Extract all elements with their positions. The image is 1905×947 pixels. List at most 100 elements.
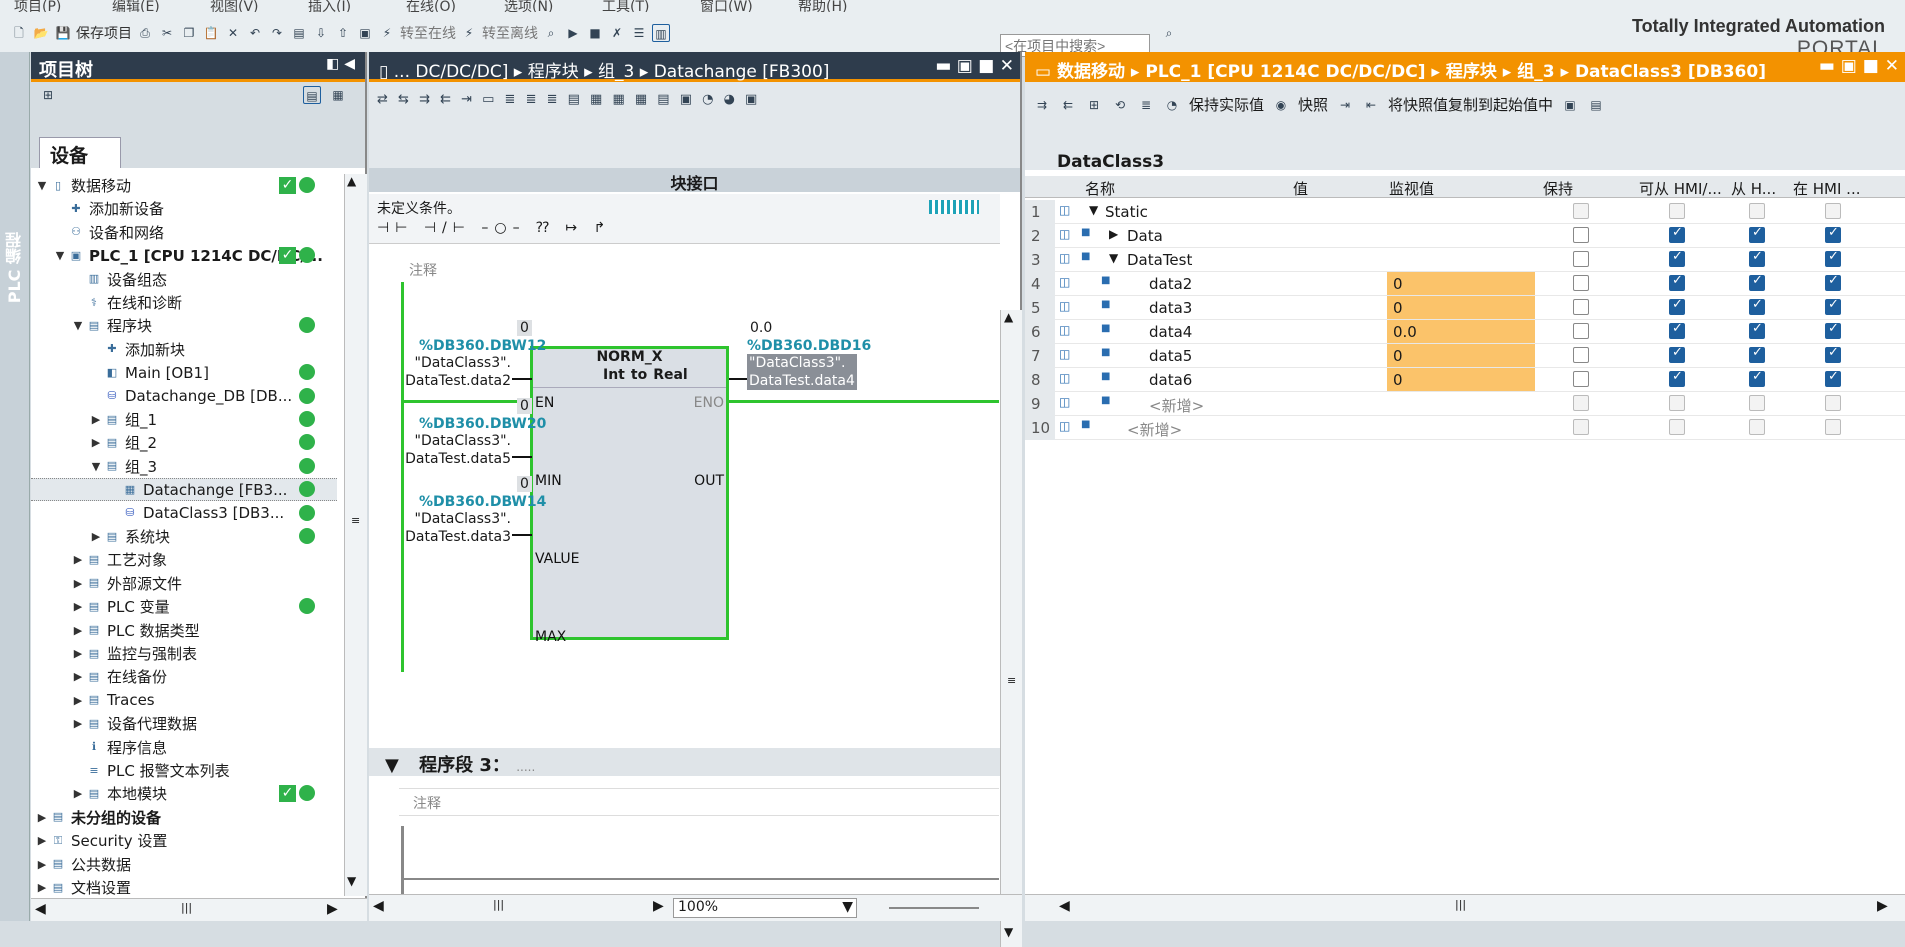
tree-item[interactable]: ▶ ▤ PLC 变量 xyxy=(31,595,337,618)
menu-item[interactable]: 在线(O) xyxy=(406,0,456,12)
variable-name[interactable]: <新增> xyxy=(1149,395,1204,416)
tree-item[interactable]: ⛁ Datachange_DB [DB... xyxy=(31,385,337,408)
snapshot-icon[interactable]: ◉ xyxy=(1272,96,1290,114)
tree-item[interactable]: ▶ ▤ 文档设置 xyxy=(31,876,337,896)
tree-item[interactable]: ▼ ▤ 组_3 xyxy=(31,455,337,478)
plc-programming-tab[interactable]: PLC 编程 xyxy=(3,232,27,303)
retain-checkbox[interactable] xyxy=(1573,299,1589,315)
delete-icon[interactable]: ✕ xyxy=(224,24,242,42)
collapse-icon[interactable]: ▼ xyxy=(385,755,399,776)
collapsed-icon[interactable]: ▶ xyxy=(35,881,49,894)
tree-item[interactable]: ▶ ▤ 工艺对象 xyxy=(31,548,337,571)
collapsed-icon[interactable]: ▶ xyxy=(71,647,85,660)
expanded-icon[interactable]: ▼ xyxy=(71,319,85,332)
start-cpu-icon[interactable]: ▶ xyxy=(564,24,582,42)
tree-item[interactable]: ✚ 添加新块 xyxy=(31,338,337,361)
breadcrumb-item[interactable]: 程序块 xyxy=(528,62,579,82)
tree-item[interactable]: ▥ 设备组态 xyxy=(31,268,337,291)
type-from[interactable]: Int xyxy=(603,367,625,383)
collapsed-icon[interactable]: ▶ xyxy=(71,717,85,730)
scroll-down-icon[interactable]: ▼ xyxy=(1004,925,1013,939)
hmi-visible-checkbox[interactable] xyxy=(1825,321,1841,339)
split-horizontal-icon[interactable]: ☰ xyxy=(630,24,648,42)
zoom-slider[interactable] xyxy=(889,907,979,909)
undo-icon[interactable]: ↶ xyxy=(246,24,264,42)
keep-actual-button[interactable]: 保持实际值 xyxy=(1189,94,1264,115)
collapsed-icon[interactable]: ▶ xyxy=(35,858,49,871)
search-go-icon[interactable]: ⌕ xyxy=(1160,24,1178,42)
tab-devices[interactable]: 设备 xyxy=(39,137,121,168)
go-online-icon[interactable]: ⚡ xyxy=(378,24,396,42)
breadcrumb-item[interactable]: ... DC/DC/DC] xyxy=(394,62,509,82)
hmi-visible-checkbox[interactable] xyxy=(1825,249,1841,267)
retain-checkbox[interactable] xyxy=(1573,347,1589,363)
go-online-button[interactable]: 转至在线 xyxy=(400,23,456,43)
collapsed-icon[interactable]: ▶ xyxy=(71,600,85,613)
col-hmi-visible[interactable]: 在 HMI ... xyxy=(1793,178,1861,199)
expanded-icon[interactable]: ▼ xyxy=(53,249,67,262)
overview-icon[interactable]: ▦ xyxy=(329,86,347,104)
detail-view-icon[interactable]: ▤ xyxy=(303,86,321,104)
editor-tool-icons[interactable]: ⇄ ⇆ ⇉ ⇇ ⇥ ▭ ≣ ≣ ≣ ▤ ▦ ▦ ▦ ▤ ▣ ◔ ◕ ▣ xyxy=(377,92,760,107)
hmi-write-checkbox[interactable] xyxy=(1749,345,1765,363)
expanded-icon[interactable]: ▼ xyxy=(1089,203,1098,217)
table-row[interactable]: 7 ◫ ■ data5 0 xyxy=(1025,344,1905,368)
collapsed-icon[interactable]: ▶ xyxy=(1109,227,1118,241)
col-hmi-write[interactable]: 从 H... xyxy=(1731,178,1776,199)
hmi-visible-checkbox[interactable] xyxy=(1825,273,1841,291)
chevron-down-icon[interactable]: ▼ xyxy=(842,899,853,915)
scroll-right-icon[interactable]: ▶ xyxy=(1877,898,1888,914)
retain-checkbox[interactable] xyxy=(1573,371,1589,387)
scroll-left-icon[interactable]: ◀ xyxy=(35,901,46,917)
breadcrumb-item[interactable]: PLC_1 [CPU 1214C DC/DC/DC] xyxy=(1145,62,1425,82)
copy-snapshot-button[interactable]: 将快照值复制到起始值中 xyxy=(1388,94,1553,115)
reset-icon[interactable]: ⟲ xyxy=(1111,96,1129,114)
type-to[interactable]: Real xyxy=(653,367,688,383)
network-3-header[interactable]: ▼ 程序段 3： ..... xyxy=(369,748,1000,776)
variable-name[interactable]: <新增> xyxy=(1127,419,1182,440)
col-name[interactable]: 名称 xyxy=(1085,178,1115,199)
variable-name[interactable]: data2 xyxy=(1149,275,1192,293)
breadcrumb-item[interactable]: DataClass3 [DB360] xyxy=(1575,62,1766,82)
table-row[interactable]: 5 ◫ ■ data3 0 xyxy=(1025,296,1905,320)
collapsed-icon[interactable]: ▶ xyxy=(89,436,103,449)
simulation-icon[interactable]: ▣ xyxy=(356,24,374,42)
expanded-icon[interactable]: ▼ xyxy=(1109,251,1118,265)
copy-icon[interactable]: ❐ xyxy=(180,24,198,42)
snapshot-button[interactable]: 快照 xyxy=(1298,94,1328,115)
col-monitor-value[interactable]: 监视值 xyxy=(1389,178,1434,199)
scroll-left-icon[interactable]: ◀ xyxy=(373,898,384,914)
new-project-icon[interactable]: 🗋 xyxy=(10,24,28,42)
hmi-access-checkbox[interactable] xyxy=(1669,345,1685,363)
collapsed-icon[interactable]: ▶ xyxy=(71,577,85,590)
tree-horizontal-scrollbar[interactable]: ◀ ||| ▶ xyxy=(31,898,367,921)
save-project-button[interactable]: 保存项目 xyxy=(76,23,132,43)
variable-name[interactable]: data4 xyxy=(1149,323,1192,341)
compile-icon[interactable]: ▤ xyxy=(290,24,308,42)
operand-min[interactable]: "DataClass3". DataTest.data2 xyxy=(399,354,511,390)
hmi-access-checkbox[interactable] xyxy=(1669,273,1685,291)
editor-horizontal-scrollbar[interactable]: ◀ ||| ▶ 100% ▼ xyxy=(369,894,1022,921)
tree-item[interactable]: ▶ ▤ Traces xyxy=(31,689,337,712)
expanded-icon[interactable]: ▼ xyxy=(89,460,103,473)
expanded-icon[interactable]: ▼ xyxy=(35,179,49,192)
split-vertical-icon[interactable]: ▥ xyxy=(652,24,670,42)
tree-item[interactable]: ⛁ DataClass3 [DB3... xyxy=(31,502,337,525)
hmi-write-checkbox[interactable] xyxy=(1749,249,1765,267)
tree-item[interactable]: ▶ ▤ 组_2 xyxy=(31,431,337,454)
tree-item[interactable]: ▼ ▤ 程序块 xyxy=(31,314,337,337)
tree-item[interactable]: ▶ ▤ 设备代理数据 xyxy=(31,712,337,735)
scroll-right-icon[interactable]: ▶ xyxy=(653,898,664,914)
ladder-element-icons[interactable]: ⊣⊢ ⊣/⊢ –○– ⁇ ↦ ↱ xyxy=(377,220,611,236)
paste-icon[interactable]: 📋 xyxy=(202,24,220,42)
tree-item[interactable]: ▶ ▤ 在线备份 xyxy=(31,665,337,688)
hmi-visible-checkbox[interactable] xyxy=(1825,345,1841,363)
variable-name[interactable]: data3 xyxy=(1149,299,1192,317)
upload-icon[interactable]: ⇧ xyxy=(334,24,352,42)
scroll-down-icon[interactable]: ▼ xyxy=(347,874,356,888)
window-controls-icon[interactable]: ▬ ▣ ■ ✕ xyxy=(1819,56,1899,76)
scroll-left-icon[interactable]: ◀ xyxy=(1059,898,1070,914)
collapsed-icon[interactable]: ▶ xyxy=(71,624,85,637)
collapsed-icon[interactable]: ▶ xyxy=(89,530,103,543)
hmi-visible-checkbox[interactable] xyxy=(1825,225,1841,243)
